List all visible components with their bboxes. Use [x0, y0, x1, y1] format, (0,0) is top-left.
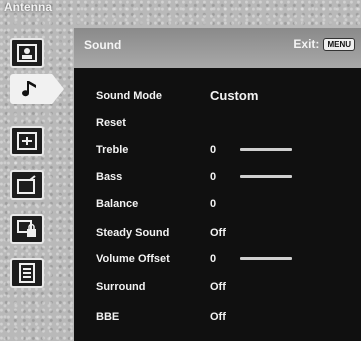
sidebar-item-sound[interactable] [10, 74, 64, 104]
category-sidebar [0, 28, 74, 341]
setting-label: Volume Offset [96, 252, 170, 265]
setting-label: Steady Sound [96, 226, 170, 239]
input-source-label: Antenna [4, 0, 52, 14]
setting-value: 0 [210, 143, 217, 156]
setting-row-bbe[interactable]: BBE Off [74, 303, 361, 330]
screen-adjust-icon [17, 132, 37, 150]
setting-label: Balance [96, 197, 139, 210]
setting-label: Sound Mode [96, 89, 162, 102]
setting-row-reset[interactable]: Reset [74, 109, 361, 136]
lock-icon [17, 220, 36, 237]
options-icon [19, 263, 35, 283]
sidebar-item-lock[interactable] [10, 214, 44, 244]
setting-row-bass[interactable]: Bass 0 [74, 163, 361, 190]
setting-row-volume-offset[interactable]: Volume Offset 0 [74, 245, 361, 272]
music-note-icon [22, 81, 36, 97]
setting-label: BBE [96, 310, 120, 323]
sidebar-item-screen[interactable] [10, 126, 44, 156]
setting-label: Bass [96, 170, 123, 183]
sound-settings-panel: Sound Mode Custom Reset Treble 0 Bass 0 … [74, 68, 361, 341]
picture-icon [17, 44, 37, 62]
setting-row-steady-sound[interactable]: Steady Sound Off [74, 219, 361, 246]
setting-value: Off [210, 226, 226, 239]
setting-value: Off [210, 280, 226, 293]
setting-row-balance[interactable]: Balance 0 [74, 190, 361, 217]
setting-row-treble[interactable]: Treble 0 [74, 136, 361, 163]
menu-title: Sound [84, 38, 122, 52]
setting-label: Reset [96, 116, 126, 129]
setting-label: Surround [96, 280, 146, 293]
tv-setup-icon [17, 175, 36, 194]
setting-value: 0 [210, 252, 217, 265]
sidebar-item-picture[interactable] [10, 38, 44, 68]
setting-value: Off [210, 310, 226, 323]
setting-row-sound-mode[interactable]: Sound Mode Custom [74, 82, 361, 109]
setting-value: 0 [210, 170, 217, 183]
setting-value: 0 [210, 197, 217, 210]
menu-header: Sound Exit: MENU [74, 28, 361, 68]
menu-key-badge: MENU [323, 37, 355, 51]
sidebar-item-setup[interactable] [10, 170, 44, 200]
exit-label: Exit: [293, 37, 320, 51]
sidebar-item-options[interactable] [10, 258, 44, 288]
setting-value: Custom [210, 88, 259, 103]
exit-hint: Exit: MENU [293, 37, 355, 51]
setting-label: Treble [96, 143, 129, 156]
volume-offset-slider[interactable] [240, 257, 292, 260]
treble-slider[interactable] [240, 148, 292, 151]
setting-row-surround[interactable]: Surround Off [74, 273, 361, 300]
bass-slider[interactable] [240, 175, 292, 178]
